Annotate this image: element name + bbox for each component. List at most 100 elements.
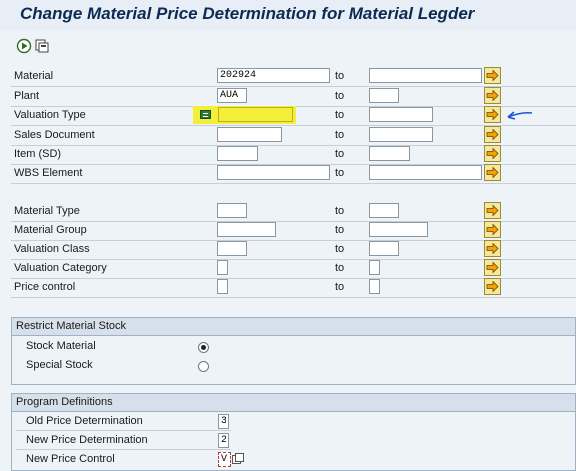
material-group-row: Material Group to	[11, 221, 576, 241]
material-type-to-input[interactable]	[369, 203, 399, 218]
to-label: to	[335, 148, 345, 160]
multiple-selection-button[interactable]	[484, 221, 501, 238]
valuation-type-label: Valuation Type	[14, 109, 86, 121]
plant-from-input[interactable]	[217, 88, 247, 103]
material-to-input[interactable]	[369, 68, 482, 83]
valuation-type-to-input[interactable]	[369, 107, 433, 122]
multiple-selection-button[interactable]	[484, 202, 501, 219]
special-stock-radio[interactable]	[198, 361, 209, 372]
equals-option-icon[interactable]	[200, 110, 211, 119]
multiple-selection-button[interactable]	[484, 126, 501, 143]
to-label: to	[335, 224, 345, 236]
material-row: Material to	[11, 67, 576, 87]
multiple-selection-button[interactable]	[484, 106, 501, 123]
valuation-category-row: Valuation Category to	[11, 259, 576, 279]
material-group-label: Material Group	[14, 224, 87, 236]
material-type-label: Material Type	[14, 205, 80, 217]
title-bar: Change Material Price Determination for …	[0, 0, 576, 30]
item-sd-to-input[interactable]	[369, 146, 410, 161]
new-price-control-label: New Price Control	[26, 453, 115, 465]
arrow-right-icon	[486, 70, 499, 81]
multiple-selection-button[interactable]	[484, 67, 501, 84]
to-label: to	[335, 281, 345, 293]
material-group-from-input[interactable]	[217, 222, 276, 237]
plant-label: Plant	[14, 90, 40, 102]
multiple-selection-button[interactable]	[484, 278, 501, 295]
material-type-row: Material Type to	[11, 202, 576, 222]
valuation-type-row: Valuation Type to	[11, 106, 576, 126]
valuation-class-from-input[interactable]	[217, 241, 247, 256]
search-help-icon[interactable]	[232, 453, 244, 465]
page-title: Change Material Price Determination for …	[20, 4, 475, 23]
stock-material-label: Stock Material	[26, 340, 96, 352]
valuation-class-label: Valuation Class	[14, 243, 90, 255]
new-price-determination-input[interactable]	[218, 433, 229, 448]
save-variant-icon[interactable]	[34, 38, 50, 54]
multiple-selection-button[interactable]	[484, 145, 501, 162]
material-from-input[interactable]	[217, 68, 330, 83]
item-sd-from-input[interactable]	[217, 146, 258, 161]
arrow-right-icon	[486, 243, 499, 254]
multiple-selection-button[interactable]	[484, 87, 501, 104]
new-price-determination-label: New Price Determination	[26, 434, 148, 446]
arrow-right-icon	[486, 167, 499, 178]
valuation-class-row: Valuation Class to	[11, 240, 576, 260]
toolbar	[0, 30, 576, 60]
wbs-element-row: WBS Element to	[11, 164, 576, 184]
old-price-determination-input[interactable]	[218, 414, 229, 429]
sales-document-label: Sales Document	[14, 129, 95, 141]
arrow-right-icon	[486, 281, 499, 292]
old-price-determination-label: Old Price Determination	[26, 415, 143, 427]
separator	[16, 449, 231, 450]
arrow-right-icon	[486, 262, 499, 273]
price-control-to-input[interactable]	[369, 279, 380, 294]
price-control-label: Price control	[14, 281, 76, 293]
to-label: to	[335, 205, 345, 217]
price-control-row: Price control to	[11, 278, 576, 298]
arrow-right-icon	[486, 129, 499, 140]
arrow-right-icon	[486, 205, 499, 216]
arrow-right-icon	[486, 109, 499, 120]
restrict-material-stock-frame: Restrict Material Stock Stock Material S…	[11, 317, 576, 385]
sales-document-to-input[interactable]	[369, 127, 433, 142]
to-label: to	[335, 129, 345, 141]
plant-to-input[interactable]	[369, 88, 399, 103]
multiple-selection-button[interactable]	[484, 240, 501, 257]
valuation-type-from-input[interactable]	[218, 107, 293, 122]
program-definitions-frame: Program Definitions Old Price Determinat…	[11, 393, 576, 471]
multiple-selection-button[interactable]	[484, 164, 501, 181]
to-label: to	[335, 109, 345, 121]
wbs-element-to-input[interactable]	[369, 165, 482, 180]
program-definitions-header: Program Definitions	[12, 394, 575, 412]
highlighted-field	[193, 106, 296, 124]
separator	[16, 430, 231, 431]
material-type-from-input[interactable]	[217, 203, 247, 218]
execute-icon[interactable]	[16, 38, 32, 54]
multiple-selection-button[interactable]	[484, 259, 501, 276]
stock-material-radio[interactable]	[198, 342, 209, 353]
arrow-right-icon	[486, 148, 499, 159]
to-label: to	[335, 243, 345, 255]
to-label: to	[335, 262, 345, 274]
arrow-right-icon	[486, 90, 499, 101]
material-label: Material	[14, 70, 54, 82]
valuation-category-to-input[interactable]	[369, 260, 380, 275]
item-sd-label: Item (SD)	[14, 148, 62, 160]
special-stock-label: Special Stock	[26, 359, 93, 371]
valuation-category-from-input[interactable]	[217, 260, 228, 275]
sales-document-row: Sales Document to	[11, 126, 576, 146]
valuation-category-label: Valuation Category	[14, 262, 107, 274]
price-control-from-input[interactable]	[217, 279, 228, 294]
valuation-class-to-input[interactable]	[369, 241, 399, 256]
material-group-to-input[interactable]	[369, 222, 428, 237]
wbs-element-label: WBS Element	[14, 167, 83, 179]
arrow-left-icon	[507, 111, 533, 120]
to-label: to	[335, 70, 345, 82]
arrow-right-icon	[486, 224, 499, 235]
to-label: to	[335, 167, 345, 179]
item-sd-row: Item (SD) to	[11, 145, 576, 165]
sales-document-from-input[interactable]	[217, 127, 282, 142]
to-label: to	[335, 90, 345, 102]
wbs-element-from-input[interactable]	[217, 165, 330, 180]
new-price-control-input[interactable]	[218, 452, 231, 467]
